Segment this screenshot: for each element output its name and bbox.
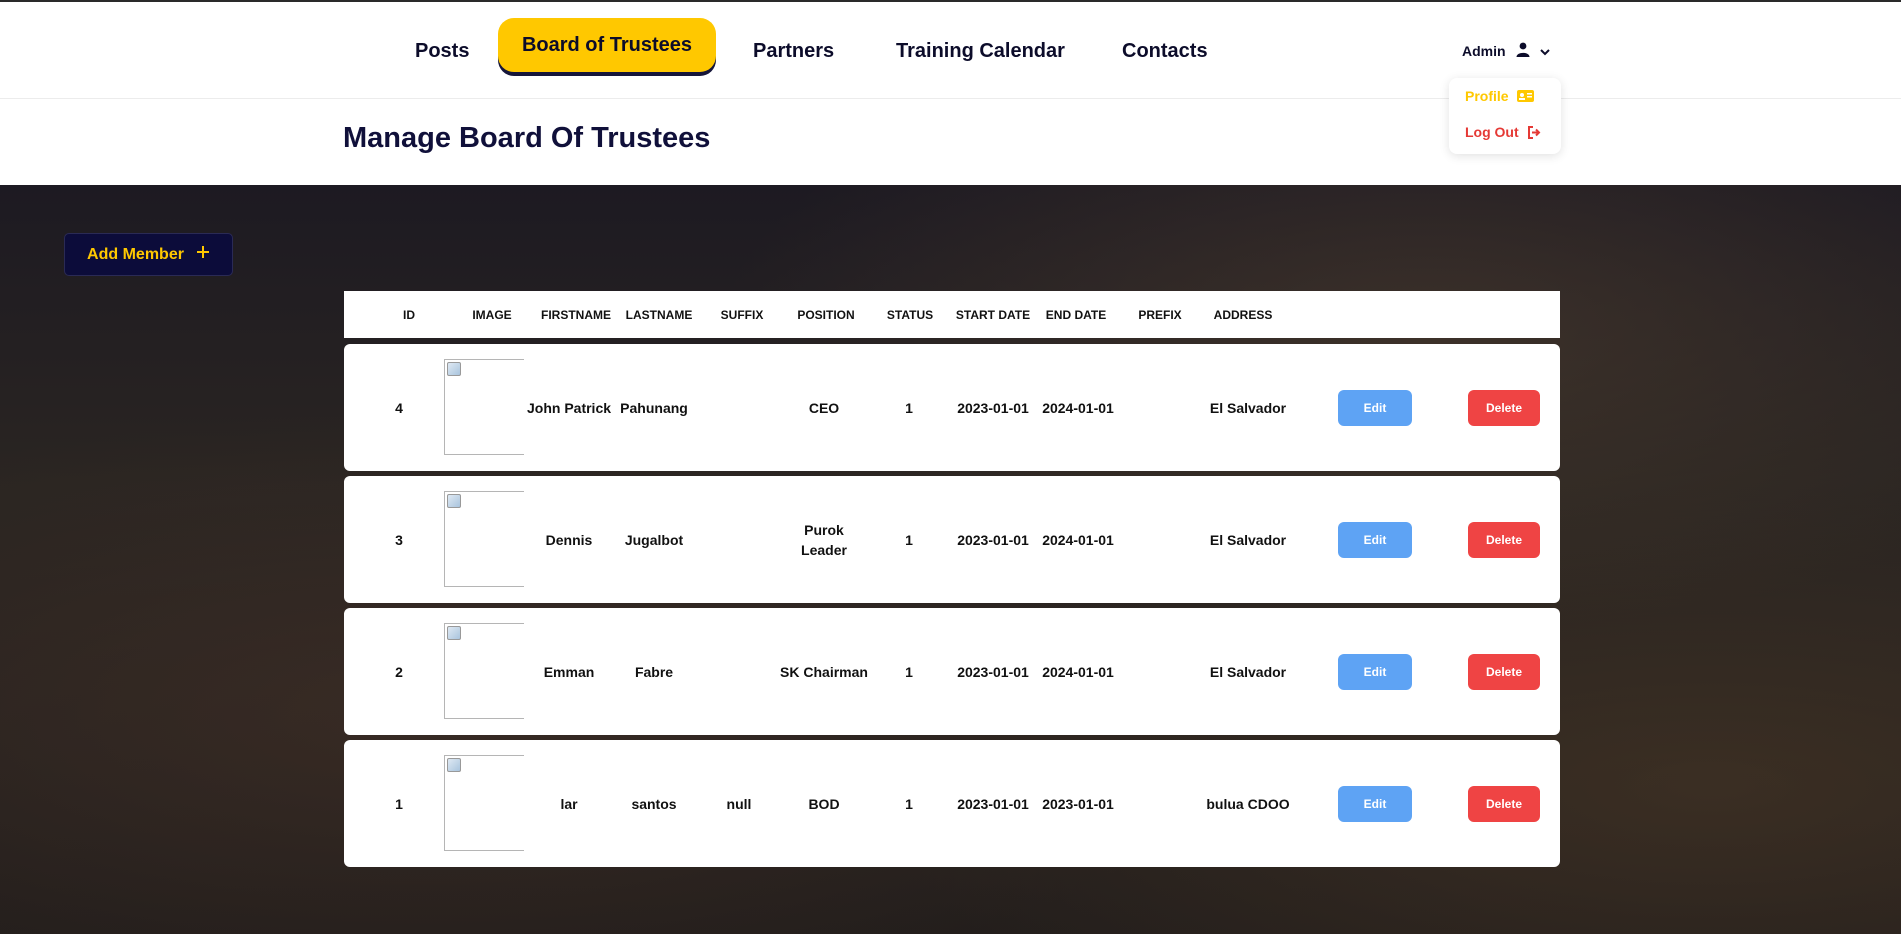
delete-button[interactable]: Delete xyxy=(1468,390,1540,426)
add-member-button[interactable]: Add Member xyxy=(64,233,233,276)
cell-start-date: 2023-01-01 xyxy=(957,795,1029,812)
profile-menu-item[interactable]: Profile xyxy=(1465,88,1534,104)
user-icon xyxy=(1516,42,1530,60)
user-menu-label: Admin xyxy=(1462,43,1506,59)
cell-status: 1 xyxy=(905,663,913,680)
cell-lastname: santos xyxy=(631,795,677,812)
header-end-date: END DATE xyxy=(1045,308,1107,322)
id-card-icon xyxy=(1516,90,1534,102)
header-firstname: FIRSTNAME xyxy=(541,308,611,322)
cell-firstname: John Patrick xyxy=(526,399,612,416)
cell-lastname: Pahunang xyxy=(620,399,688,416)
table-row: 4 John Patrick Pahunang CEO 1 2023-01-01… xyxy=(344,344,1560,471)
plus-icon xyxy=(196,245,210,264)
cell-id: 4 xyxy=(395,399,403,416)
header-prefix: PREFIX xyxy=(1138,308,1182,322)
nav-posts[interactable]: Posts xyxy=(415,40,469,63)
table-row: 1 lar santos null BOD 1 2023-01-01 2023-… xyxy=(344,740,1560,867)
cell-end-date: 2024-01-01 xyxy=(1042,531,1114,548)
delete-button[interactable]: Delete xyxy=(1468,654,1540,690)
cell-address: El Salvador xyxy=(1209,663,1287,680)
chevron-down-icon xyxy=(1539,43,1550,59)
header-status: STATUS xyxy=(886,308,934,322)
delete-button[interactable]: Delete xyxy=(1468,786,1540,822)
edit-button[interactable]: Edit xyxy=(1338,786,1412,822)
cell-status: 1 xyxy=(905,531,913,548)
header-position: POSITION xyxy=(797,308,855,322)
cell-address: El Salvador xyxy=(1209,399,1287,416)
cell-start-date: 2023-01-01 xyxy=(957,531,1029,548)
cell-id: 1 xyxy=(395,795,403,812)
table-header: ID IMAGE FIRSTNAME LASTNAME SUFFIX POSIT… xyxy=(344,291,1560,338)
cell-end-date: 2023-01-01 xyxy=(1042,795,1114,812)
profile-label: Profile xyxy=(1465,88,1509,104)
cell-firstname: Dennis xyxy=(545,531,593,548)
cell-position: Purok Leader xyxy=(801,521,847,558)
logout-icon xyxy=(1527,125,1541,139)
header-id: ID xyxy=(403,308,415,322)
cell-lastname: Jugalbot xyxy=(624,531,684,548)
header-start-date: START DATE xyxy=(955,308,1031,322)
table-row: 2 Emman Fabre SK Chairman 1 2023-01-01 2… xyxy=(344,608,1560,735)
edit-button[interactable]: Edit xyxy=(1338,390,1412,426)
navbar: Posts Board of Trustees Partners Trainin… xyxy=(0,2,1901,99)
cell-start-date: 2023-01-01 xyxy=(957,399,1029,416)
cell-firstname: lar xyxy=(560,795,578,812)
page-title: Manage Board Of Trustees xyxy=(343,122,711,154)
cell-start-date: 2023-01-01 xyxy=(957,663,1029,680)
add-member-label: Add Member xyxy=(87,245,184,263)
nav-board-of-trustees[interactable]: Board of Trustees xyxy=(498,18,716,72)
cell-position: CEO xyxy=(808,399,840,416)
cell-position: SK Chairman xyxy=(780,663,868,680)
user-dropdown-menu: Profile Log Out xyxy=(1449,78,1561,154)
nav-partners[interactable]: Partners xyxy=(753,40,834,63)
member-image xyxy=(444,359,524,455)
cell-status: 1 xyxy=(905,795,913,812)
header-suffix: SUFFIX xyxy=(720,308,764,322)
header-image: IMAGE xyxy=(472,308,512,322)
member-image xyxy=(444,491,524,587)
table-row: 3 Dennis Jugalbot Purok Leader 1 2023-01… xyxy=(344,476,1560,603)
user-menu-toggle[interactable]: Admin xyxy=(1462,42,1550,60)
cell-firstname: Emman xyxy=(543,663,595,680)
nav-contacts[interactable]: Contacts xyxy=(1122,40,1208,63)
header-lastname: LASTNAME xyxy=(625,308,693,322)
nav-training-calendar[interactable]: Training Calendar xyxy=(896,40,1065,63)
edit-button[interactable]: Edit xyxy=(1338,522,1412,558)
member-image xyxy=(444,755,524,851)
cell-address: El Salvador xyxy=(1209,531,1287,548)
edit-button[interactable]: Edit xyxy=(1338,654,1412,690)
delete-button[interactable]: Delete xyxy=(1468,522,1540,558)
cell-id: 3 xyxy=(395,531,403,548)
logout-label: Log Out xyxy=(1465,124,1519,140)
cell-position: BOD xyxy=(808,795,840,812)
logout-menu-item[interactable]: Log Out xyxy=(1465,124,1542,140)
cell-suffix: null xyxy=(726,795,752,812)
member-image xyxy=(444,623,524,719)
cell-id: 2 xyxy=(395,663,403,680)
cell-end-date: 2024-01-01 xyxy=(1042,663,1114,680)
cell-status: 1 xyxy=(905,399,913,416)
header-address: ADDRESS xyxy=(1213,308,1273,322)
cell-address: bulua CDOO xyxy=(1206,795,1290,812)
cell-lastname: Fabre xyxy=(634,663,674,680)
cell-end-date: 2024-01-01 xyxy=(1042,399,1114,416)
